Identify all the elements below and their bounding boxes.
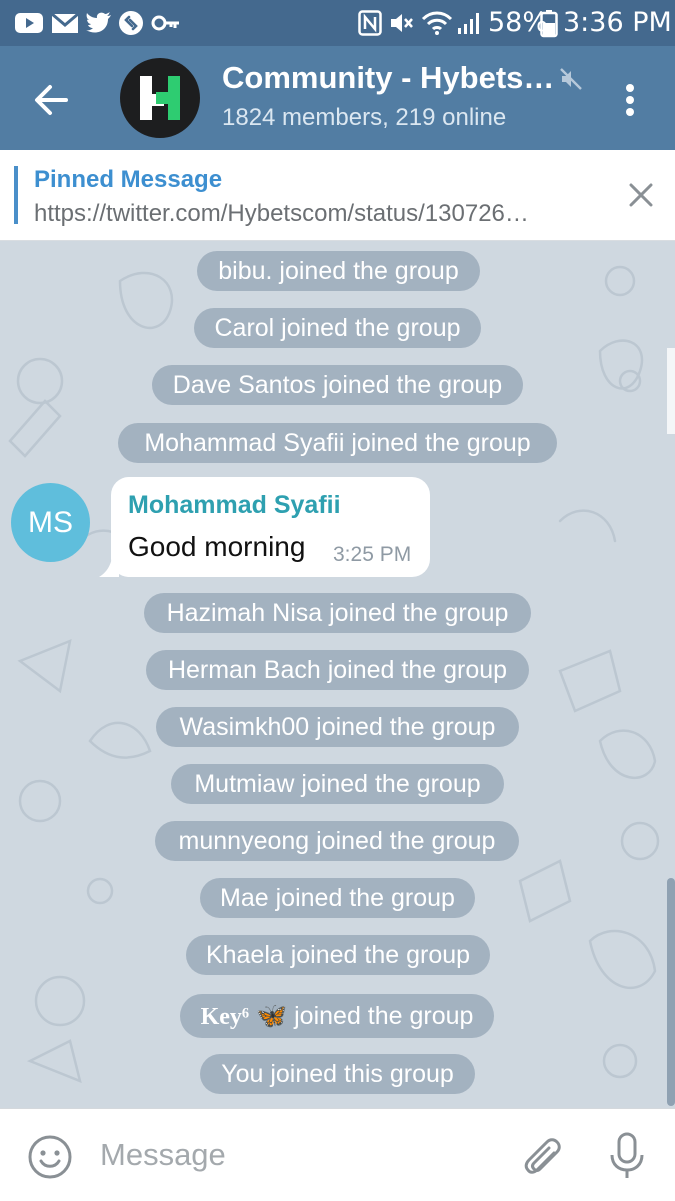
message-input[interactable] (98, 1131, 482, 1179)
service-message: bibu. joined the group (197, 251, 480, 291)
service-message: Carol joined the group (194, 308, 481, 348)
service-text: You joined this group (221, 1060, 454, 1088)
message-text: Good morning (128, 531, 306, 562)
battery-icon (540, 10, 558, 38)
service-message: You joined this group (200, 1054, 475, 1094)
service-text: bibu. joined the group (218, 257, 459, 285)
message-bubble[interactable]: Mohammad Syafii Good morning 3:25 PM (111, 477, 430, 577)
service-text: Mohammad Syafii joined the group (144, 429, 531, 457)
emoji-icon[interactable] (26, 1133, 74, 1181)
service-text: Mae joined the group (220, 884, 455, 912)
clock: 3:36 PM (563, 7, 672, 38)
chat-header: Community - Hybets… 1824 members, 219 on… (0, 46, 675, 150)
status-bar: 58% 3:36 PM (0, 0, 675, 46)
wifi-icon (421, 11, 453, 35)
service-message: Hazimah Nisa joined the group (144, 593, 531, 633)
hybets-logo-icon (140, 76, 180, 120)
service-text: Carol joined the group (214, 314, 461, 342)
pinned-label: Pinned Message (34, 166, 223, 193)
back-arrow-icon[interactable] (28, 76, 76, 124)
close-pinned-icon[interactable] (624, 178, 658, 212)
chat-history[interactable]: bibu. joined the group Carol joined the … (0, 241, 675, 1108)
group-title[interactable]: Community - Hybets… (222, 60, 562, 96)
service-text: Dave Santos joined the group (172, 371, 503, 399)
microphone-icon[interactable] (606, 1131, 648, 1181)
key-icon (151, 15, 179, 31)
service-text-group: Key⁶ 🦋 joined the group (187, 1002, 488, 1030)
service-text: joined the group (294, 1002, 474, 1030)
battery-percent: 58% (488, 7, 549, 38)
service-text: Mutmiaw joined the group (194, 770, 481, 798)
service-message: Mae joined the group (200, 878, 475, 918)
attachment-paperclip-icon[interactable] (516, 1131, 564, 1179)
scroll-track-top (667, 348, 675, 434)
signal-icon (458, 13, 479, 34)
service-message: Mohammad Syafii joined the group (118, 423, 557, 463)
service-text: munnyeong joined the group (178, 827, 496, 855)
service-text: Wasimkh00 joined the group (179, 713, 496, 741)
pinned-accent-bar (14, 166, 18, 224)
group-avatar[interactable] (120, 58, 200, 138)
service-message: Wasimkh00 joined the group (156, 707, 519, 747)
gmail-icon (51, 12, 79, 33)
muted-speaker-icon (560, 68, 582, 90)
service-message: Dave Santos joined the group (152, 365, 523, 405)
service-text: Herman Bach joined the group (167, 656, 508, 684)
message-composer (0, 1108, 675, 1201)
twitter-icon (86, 12, 111, 33)
butterfly-emoji-icon: 🦋 (256, 1002, 288, 1030)
key-username: Key⁶ (200, 1004, 250, 1030)
sender-avatar[interactable]: MS (11, 483, 90, 562)
pinned-text: https://twitter.com/Hybetscom/status/130… (34, 200, 529, 227)
more-options-icon[interactable] (612, 76, 648, 124)
youtube-icon (15, 13, 43, 33)
service-text: Hazimah Nisa joined the group (166, 599, 509, 627)
group-member-count: 1824 members, 219 online (222, 104, 507, 131)
nfc-icon (358, 10, 382, 36)
service-message: munnyeong joined the group (155, 821, 519, 861)
service-message: Mutmiaw joined the group (171, 764, 504, 804)
pinned-message-bar[interactable]: Pinned Message https://twitter.com/Hybet… (0, 150, 675, 241)
sender-name[interactable]: Mohammad Syafii (128, 491, 341, 520)
shazam-icon (119, 11, 143, 35)
message-timestamp: 3:25 PM (333, 543, 412, 566)
service-text: Khaela joined the group (205, 941, 471, 969)
service-message: Khaela joined the group (186, 935, 490, 975)
service-message: Herman Bach joined the group (146, 650, 529, 690)
service-message: Key⁶ 🦋 joined the group (180, 994, 494, 1038)
vibrate-icon (391, 14, 413, 32)
scrollbar-thumb[interactable] (667, 878, 675, 1106)
